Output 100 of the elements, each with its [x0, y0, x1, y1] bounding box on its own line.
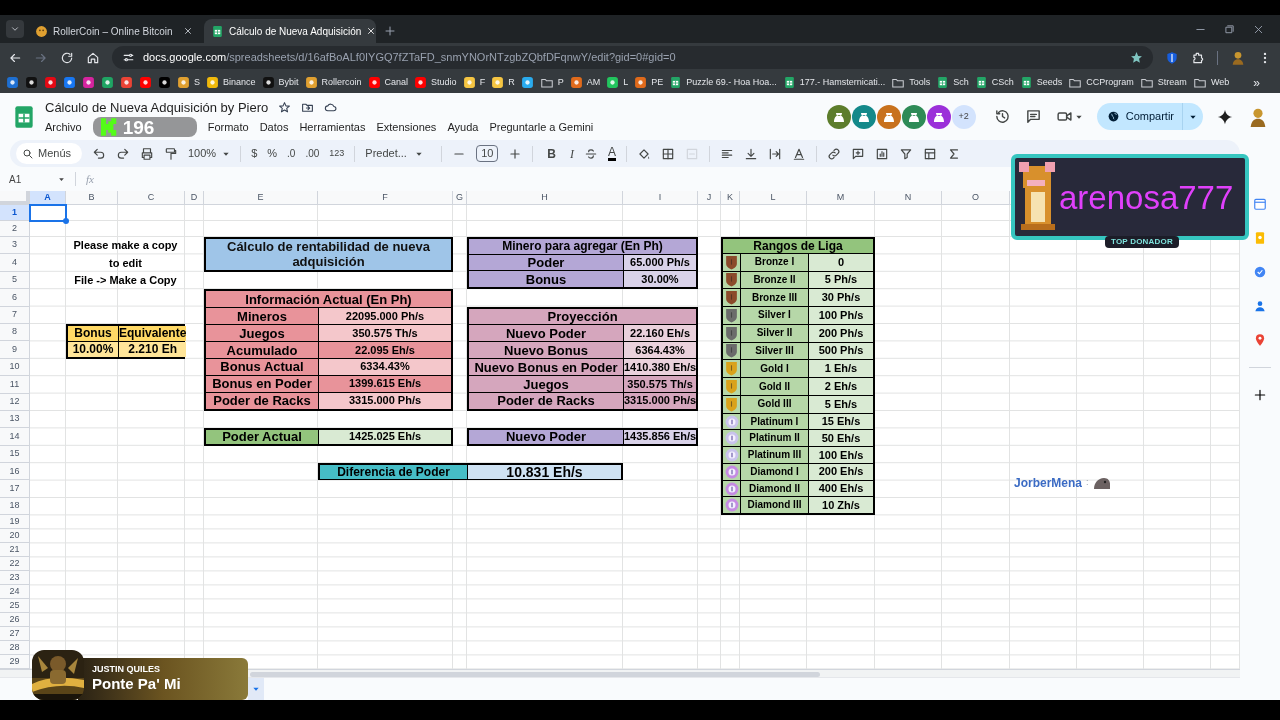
- column-header[interactable]: K: [721, 191, 740, 205]
- row-header[interactable]: 9: [0, 341, 30, 359]
- collaborator-avatar[interactable]: [851, 104, 876, 129]
- row-header[interactable]: 28: [0, 641, 30, 656]
- bookmark[interactable]: [82, 76, 95, 89]
- bookmark[interactable]: Canal: [367, 75, 409, 90]
- menu-item[interactable]: Herramientas: [299, 119, 366, 136]
- row-header[interactable]: 1: [0, 205, 30, 221]
- column-header[interactable]: C: [118, 191, 185, 205]
- extensions-icon[interactable]: [1191, 50, 1205, 65]
- menu-item[interactable]: Datos: [259, 119, 289, 136]
- bookmark[interactable]: [44, 76, 57, 89]
- italic-button[interactable]: I: [570, 144, 574, 163]
- bookmark[interactable]: Studio: [414, 75, 457, 90]
- restore-icon[interactable]: [1224, 24, 1235, 35]
- bookmark[interactable]: F: [462, 75, 486, 90]
- bookmark[interactable]: R: [491, 75, 515, 90]
- bookmark[interactable]: [101, 76, 114, 89]
- row-header[interactable]: 21: [0, 543, 30, 558]
- menu-item[interactable]: Preguntarle a Gemini: [489, 119, 594, 136]
- column-header[interactable]: L: [740, 191, 807, 205]
- row-header[interactable]: 4: [0, 254, 30, 272]
- row-header[interactable]: 26: [0, 613, 30, 628]
- bookmark[interactable]: P: [539, 75, 564, 90]
- bookmark[interactable]: [520, 76, 534, 89]
- menu-item[interactable]: Formato: [207, 119, 249, 136]
- font-select[interactable]: Predet...: [365, 145, 432, 162]
- increase-size-icon[interactable]: [508, 146, 523, 161]
- paint-format-icon[interactable]: [164, 146, 178, 161]
- fill-color-icon[interactable]: [637, 146, 651, 161]
- font-size-field[interactable]: 10: [476, 145, 499, 162]
- active-cell[interactable]: [29, 204, 67, 222]
- functions-icon[interactable]: [947, 146, 961, 161]
- bookmark-star-icon[interactable]: [1130, 51, 1143, 64]
- profile-avatar-icon[interactable]: [1230, 49, 1246, 66]
- more-bookmarks-button[interactable]: »: [1253, 73, 1274, 92]
- reload-icon[interactable]: [60, 50, 74, 65]
- row-header[interactable]: 20: [0, 529, 30, 544]
- home-icon[interactable]: [86, 50, 100, 65]
- row-header[interactable]: 3: [0, 237, 30, 255]
- filter-icon[interactable]: [899, 146, 913, 161]
- row-header[interactable]: 14: [0, 428, 30, 446]
- bookmark[interactable]: Puzzle 69.- Hoa Hoa...: [669, 75, 777, 90]
- row-header[interactable]: 27: [0, 627, 30, 642]
- menu-item[interactable]: Ayuda: [447, 119, 479, 136]
- bookmark[interactable]: S: [177, 75, 200, 90]
- column-header[interactable]: H: [467, 191, 623, 205]
- text-rotation-icon[interactable]: [792, 146, 806, 161]
- bookmark[interactable]: Seeds: [1019, 75, 1063, 90]
- scrollbar-thumb[interactable]: [250, 672, 820, 678]
- row-header[interactable]: 11: [0, 376, 30, 394]
- shield-extension-icon[interactable]: [1165, 50, 1179, 65]
- column-header[interactable]: D: [185, 191, 204, 205]
- print-icon[interactable]: [140, 146, 154, 161]
- bookmark[interactable]: Sch: [936, 75, 969, 90]
- bookmark[interactable]: [63, 76, 76, 89]
- merge-cells-icon[interactable]: [685, 146, 699, 161]
- strikethrough-icon[interactable]: [584, 146, 598, 161]
- menu-item[interactable]: Archivo: [45, 119, 82, 136]
- collaborator-avatar[interactable]: [901, 104, 926, 129]
- bookmark[interactable]: [158, 76, 171, 89]
- text-wrap-icon[interactable]: [768, 146, 782, 161]
- percent-format-button[interactable]: %: [267, 145, 278, 162]
- collaborator-avatar[interactable]: [926, 104, 951, 129]
- row-header[interactable]: 19: [0, 515, 30, 530]
- bookmark[interactable]: Tools: [891, 75, 931, 90]
- bookmark[interactable]: Binance: [206, 75, 256, 90]
- bookmark[interactable]: CSch: [974, 75, 1014, 90]
- share-button[interactable]: Compartir: [1096, 103, 1203, 130]
- close-icon[interactable]: [366, 26, 377, 36]
- vertical-align-icon[interactable]: [744, 146, 758, 161]
- calendar-icon[interactable]: [1253, 197, 1267, 211]
- bookmark[interactable]: [6, 76, 19, 89]
- bookmark[interactable]: [120, 76, 133, 89]
- increase-decimals-button[interactable]: .00: [305, 146, 320, 161]
- row-header[interactable]: 23: [0, 571, 30, 586]
- gemini-icon[interactable]: [1217, 108, 1233, 125]
- link-icon[interactable]: [827, 146, 841, 161]
- bookmark[interactable]: 177.- Hamsternicati...: [782, 75, 886, 90]
- bold-button[interactable]: B: [547, 144, 556, 163]
- contacts-icon[interactable]: [1253, 299, 1267, 313]
- browser-tab[interactable]: Cálculo de Nueva Adquisición: [204, 19, 376, 43]
- redo-icon[interactable]: [116, 146, 130, 161]
- history-icon[interactable]: [993, 108, 1011, 125]
- column-header[interactable]: J: [698, 191, 721, 205]
- more-collaborators-badge[interactable]: +2: [951, 104, 976, 129]
- add-icon[interactable]: [1253, 388, 1267, 402]
- collaborator-avatar[interactable]: [876, 104, 901, 129]
- document-title[interactable]: Cálculo de Nueva Adquisición by Piero: [45, 97, 269, 118]
- address-field[interactable]: docs.google.com/spreadsheets/d/16afBoALf0IYGQ7fZTaFD_snmYNOrNTzgbZQbfDFqnwY/edit?gid=0#gid=0: [112, 46, 1153, 69]
- name-box[interactable]: A1: [9, 171, 65, 187]
- chart-icon[interactable]: [875, 146, 889, 161]
- star-icon[interactable]: [278, 101, 292, 114]
- column-header[interactable]: N: [875, 191, 942, 205]
- browser-tab[interactable]: RollerCoin – Online Bitcoin: [28, 19, 200, 43]
- currency-format-button[interactable]: $: [251, 145, 258, 162]
- close-icon[interactable]: [1253, 24, 1264, 35]
- menu-search-field[interactable]: Menús: [16, 143, 82, 164]
- column-header[interactable]: M: [807, 191, 875, 205]
- bookmark[interactable]: Web: [1192, 75, 1230, 90]
